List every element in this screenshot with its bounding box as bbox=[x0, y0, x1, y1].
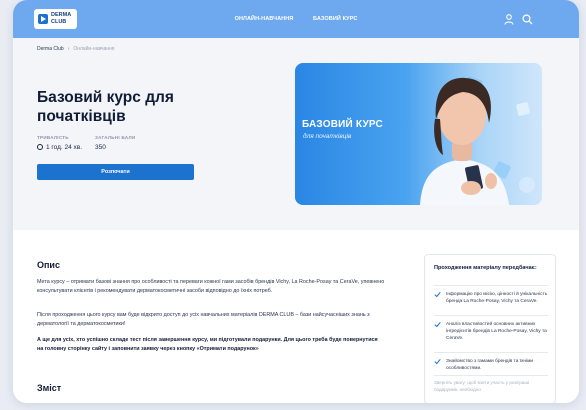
list-item: Знайомство з гамами брендів та їхніми ос… bbox=[434, 358, 552, 372]
header: DERMA CLUB ОНЛАЙН-НАВЧАННЯ БАЗОВИЙ КУРС bbox=[13, 0, 579, 38]
browser-frame: DERMA CLUB ОНЛАЙН-НАВЧАННЯ БАЗОВИЙ КУРС … bbox=[13, 0, 579, 403]
check-icon bbox=[434, 291, 441, 298]
clock-icon bbox=[37, 144, 43, 150]
course-includes-card: Проходження матеріалу передбачає: Інформ… bbox=[424, 254, 556, 403]
breadcrumb-home[interactable]: Derma Club bbox=[37, 46, 64, 52]
user-icon[interactable] bbox=[504, 14, 514, 25]
check-icon bbox=[434, 358, 441, 365]
nav-online-learning[interactable]: ОНЛАЙН-НАВЧАННЯ bbox=[235, 16, 294, 22]
main-nav: ОНЛАЙН-НАВЧАННЯ БАЗОВИЙ КУРС bbox=[13, 16, 579, 22]
start-button[interactable]: Розпочати bbox=[37, 164, 194, 180]
check-icon bbox=[434, 321, 441, 328]
course-banner: БАЗОВИЙ КУРС для початківців bbox=[295, 63, 542, 205]
nav-basic-course[interactable]: БАЗОВИЙ КУРС bbox=[313, 16, 357, 22]
card-title: Проходження матеріалу передбачає: bbox=[434, 265, 537, 271]
contents-heading: Зміст bbox=[37, 383, 62, 393]
duration-value-wrap: 1 год. 24 хв. bbox=[37, 144, 82, 151]
description-paragraph-1: Мета курсу – отримати базові знання про … bbox=[37, 279, 385, 294]
card-footnote: Зверніть увагу: щоб взяти участь у розіг… bbox=[434, 380, 530, 392]
points-value: 350 bbox=[95, 144, 106, 151]
list-item-text: Аналіз властивостей основних активних ін… bbox=[446, 322, 547, 341]
description-paragraph-3: А ще для усіх, хто успішно складе тест п… bbox=[37, 337, 378, 352]
breadcrumb: Derma Club › Онлайн-навчання bbox=[37, 46, 115, 52]
list-item-text: Знайомство з гамами брендів та їхніми ос… bbox=[446, 359, 534, 371]
course-content: Опис Мета курсу – отримати базові знання… bbox=[13, 230, 579, 403]
divider bbox=[434, 352, 548, 353]
divider bbox=[434, 315, 548, 316]
search-icon[interactable] bbox=[522, 14, 533, 25]
banner-subtitle: для початківців bbox=[303, 133, 352, 140]
description-heading: Опис bbox=[37, 260, 60, 270]
duration-value: 1 год. 24 хв. bbox=[46, 144, 83, 151]
points-label: ЗАГАЛЬНІ БАЛИ bbox=[95, 135, 136, 140]
divider bbox=[434, 375, 548, 376]
list-item: Аналіз властивостей основних активних ін… bbox=[434, 321, 552, 342]
description-paragraph-2: Після проходження цього курсу вам буде в… bbox=[37, 312, 370, 327]
duration-label: ТРИВАЛІСТЬ bbox=[37, 135, 69, 140]
banner-title: БАЗОВИЙ КУРС bbox=[302, 119, 383, 130]
course-hero: Derma Club › Онлайн-навчання Базовий курс … bbox=[13, 38, 579, 230]
list-item-text: Інформацію про місію, цінності й унікаль… bbox=[446, 292, 548, 304]
breadcrumb-current: Онлайн-навчання bbox=[73, 46, 115, 52]
page-title: Базовий курс для початківців bbox=[37, 89, 174, 125]
divider bbox=[434, 285, 548, 286]
chevron-right-icon: › bbox=[67, 46, 70, 52]
list-item: Інформацію про місію, цінності й унікаль… bbox=[434, 291, 552, 305]
